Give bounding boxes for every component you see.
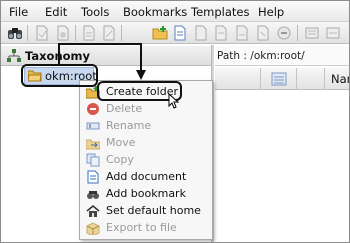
path-bar: Path : /okm:root/	[215, 46, 349, 66]
arrow-line	[58, 43, 60, 65]
document-icon[interactable]	[304, 25, 320, 41]
menu-item-label: Move	[106, 136, 136, 149]
menu-item-delete[interactable]: Delete	[80, 101, 212, 117]
column-header-blank[interactable]	[215, 68, 261, 90]
menu-item-add-bookmark[interactable]: Add bookmark	[80, 186, 212, 202]
document-icon[interactable]	[101, 25, 117, 41]
document-add-icon[interactable]	[172, 25, 188, 41]
menu-item-copy[interactable]: Copy	[80, 152, 212, 168]
document-icon[interactable]	[55, 25, 71, 41]
bookmark-icon	[86, 187, 100, 201]
menu-item-label: Add bookmark	[106, 187, 186, 200]
folder-add-icon[interactable]	[152, 25, 168, 41]
export-icon	[86, 221, 100, 237]
binoculars-icon[interactable]	[7, 25, 23, 41]
menu-templates[interactable]: Templates	[191, 5, 249, 19]
toolbar-separator	[27, 25, 28, 41]
copy-icon	[86, 153, 100, 167]
document-icon[interactable]	[234, 25, 250, 41]
document-icon[interactable]	[34, 25, 50, 41]
move-icon	[85, 136, 101, 150]
document-icon[interactable]	[81, 25, 97, 41]
menu-bookmarks[interactable]: Bookmarks	[123, 5, 187, 19]
context-menu: Create folder Delete Rename Move Copy Ad…	[79, 80, 213, 240]
toolbar-separator	[75, 25, 76, 41]
menu-item-label: Copy	[106, 153, 134, 166]
column-header-flag[interactable]	[297, 68, 325, 90]
taxonomy-tree-icon	[7, 49, 21, 63]
file-list	[215, 91, 349, 242]
menu-item-label: Set default home	[106, 204, 201, 217]
menu-item-label: Delete	[106, 102, 143, 115]
menu-edit[interactable]: Edit	[45, 5, 67, 19]
toolbar-separator	[121, 25, 122, 41]
menu-item-label: Rename	[106, 119, 152, 132]
menubar: File Edit Tools Bookmarks Templates Help	[1, 1, 349, 22]
file-list-header: Nam	[215, 68, 349, 90]
document-icon[interactable]	[255, 25, 271, 41]
document-icon[interactable]	[325, 25, 341, 41]
menu-item-move[interactable]: Move	[80, 135, 212, 151]
menu-item-label: Export to file	[106, 221, 177, 234]
document-icon[interactable]	[193, 25, 209, 41]
path-text: Path : /okm:root/	[217, 50, 305, 62]
application-window: File Edit Tools Bookmarks Templates Help	[0, 0, 350, 243]
list-view-icon	[271, 72, 287, 86]
arrow-line	[58, 43, 142, 45]
menu-tools[interactable]: Tools	[81, 5, 109, 19]
menu-item-add-document[interactable]: Add document	[80, 169, 212, 185]
menu-item-label: Add document	[106, 170, 187, 183]
toolbar-separator	[297, 25, 298, 41]
menu-item-rename[interactable]: Rename	[80, 118, 212, 134]
menu-item-export-to-file[interactable]: Export to file	[80, 220, 212, 237]
document-icon[interactable]	[213, 25, 229, 41]
arrow-head-icon	[136, 70, 146, 80]
remove-icon[interactable]	[276, 25, 292, 41]
mouse-cursor-icon	[168, 93, 180, 109]
arrow-line	[140, 43, 142, 71]
menu-file[interactable]: File	[9, 5, 28, 19]
column-header-name[interactable]: Nam	[331, 72, 349, 86]
delete-icon	[86, 102, 100, 116]
menu-item-set-default-home[interactable]: Set default home	[80, 203, 212, 219]
callout-root-node	[21, 64, 98, 87]
home-icon	[86, 204, 100, 218]
add-document-icon	[86, 170, 100, 184]
taxonomy-header[interactable]: Taxonomy	[1, 46, 211, 66]
toolbar	[1, 22, 349, 44]
column-header-type[interactable]	[261, 68, 297, 90]
rename-icon	[86, 119, 100, 133]
menu-help[interactable]: Help	[258, 5, 284, 19]
